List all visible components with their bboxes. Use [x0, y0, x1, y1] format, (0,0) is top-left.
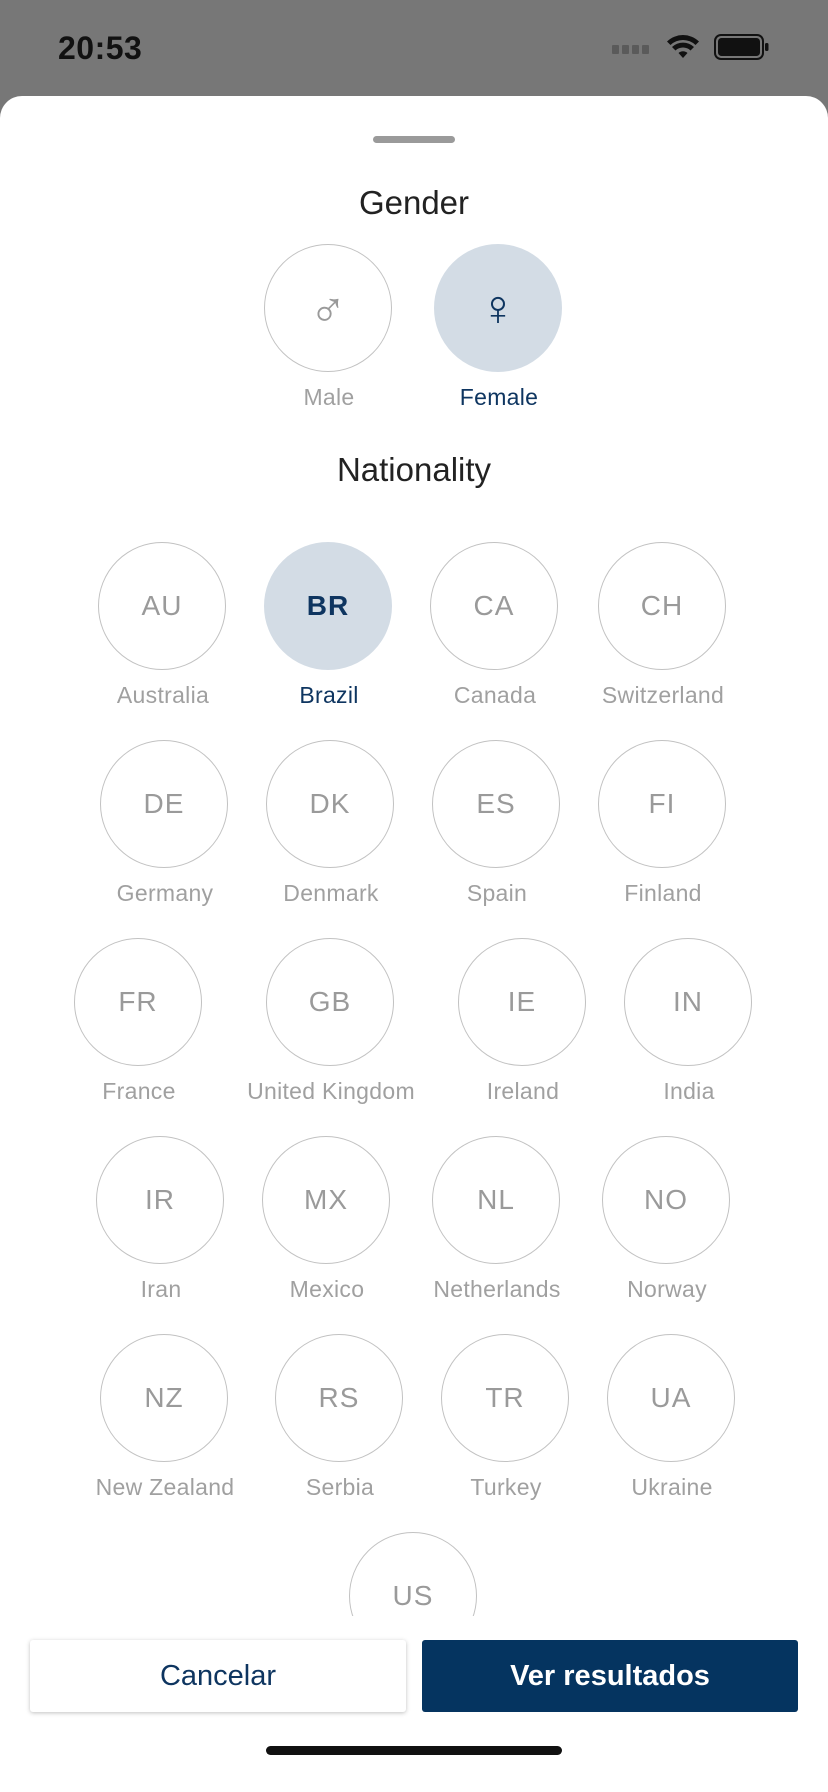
option-circle[interactable]: RS	[275, 1334, 403, 1462]
wifi-icon	[667, 35, 699, 58]
option-circle[interactable]: FR	[74, 938, 202, 1066]
option-label: Norway	[627, 1276, 707, 1302]
view-results-button[interactable]: Ver resultados	[422, 1640, 798, 1712]
battery-icon	[714, 34, 769, 60]
status-time: 20:53	[58, 30, 143, 66]
option-circle[interactable]: NO	[602, 1136, 730, 1264]
country-code: NO	[644, 1184, 688, 1215]
option-circle[interactable]: UA	[607, 1334, 735, 1462]
country-code: MX	[304, 1184, 348, 1215]
option-circle[interactable]: CA	[430, 542, 558, 670]
country-code: IE	[507, 986, 537, 1017]
option-label: India	[663, 1078, 715, 1104]
option-circle[interactable]: DK	[266, 740, 394, 868]
country-code: DK	[309, 788, 351, 819]
filter-sheet: Gender ♂ Male ♀ Female Nationality AU Austra…	[0, 96, 828, 1792]
cancel-button[interactable]: Cancelar	[30, 1640, 406, 1712]
status-icons	[612, 34, 770, 60]
option-circle[interactable]: ♂	[264, 244, 392, 372]
option-circle[interactable]: DE	[100, 740, 228, 868]
country-code: DE	[143, 788, 185, 819]
option-circle[interactable]: NZ	[100, 1334, 228, 1462]
female-symbol-icon: ♀	[479, 280, 517, 336]
country-code: NZ	[144, 1382, 184, 1413]
option-circle[interactable]: TR	[441, 1334, 569, 1462]
option-circle[interactable]: ♀	[434, 244, 562, 372]
country-code: RS	[318, 1382, 360, 1413]
country-code: AU	[141, 590, 183, 621]
home-indicator[interactable]	[266, 1746, 562, 1755]
country-code: NL	[477, 1184, 515, 1215]
option-circle[interactable]: IR	[96, 1136, 224, 1264]
country-code: CH	[640, 590, 684, 621]
option-circle[interactable]: ES	[432, 740, 560, 868]
bottom-action-bar: Cancelar Ver resultados	[0, 1616, 828, 1792]
country-code: TR	[485, 1382, 525, 1413]
option-label: Ukraine	[631, 1474, 713, 1500]
country-code: CA	[473, 590, 515, 621]
option-circle[interactable]: IE	[458, 938, 586, 1066]
option-circle[interactable]: NL	[432, 1136, 560, 1264]
country-code: UA	[650, 1382, 692, 1413]
country-code: IR	[145, 1184, 175, 1215]
option-circle[interactable]: CH	[598, 542, 726, 670]
country-code: FR	[118, 986, 158, 1017]
option-circle[interactable]: IN	[624, 938, 752, 1066]
option-label: Finland	[624, 880, 702, 906]
option-circle[interactable]: AU	[98, 542, 226, 670]
country-code: FI	[648, 788, 676, 819]
cellular-signal-icon	[612, 45, 649, 54]
country-code: ES	[476, 788, 516, 819]
option-label: Switzerland	[601, 682, 725, 708]
country-code: IN	[673, 986, 703, 1017]
option-circle[interactable]: BR	[264, 542, 392, 670]
nationality-title: Nationality	[336, 451, 492, 488]
country-code: BR	[306, 590, 350, 621]
male-symbol-icon: ♂	[309, 280, 347, 336]
sheet-grabber[interactable]	[373, 136, 455, 143]
option-label: Female	[459, 384, 539, 410]
option-circle[interactable]: MX	[262, 1136, 390, 1264]
country-code: GB	[308, 986, 352, 1017]
option-circle[interactable]: FI	[598, 740, 726, 868]
country-code: US	[392, 1580, 434, 1611]
gender-title: Gender	[358, 184, 470, 221]
option-circle[interactable]: GB	[266, 938, 394, 1066]
status-bar: 20:53	[0, 0, 828, 96]
